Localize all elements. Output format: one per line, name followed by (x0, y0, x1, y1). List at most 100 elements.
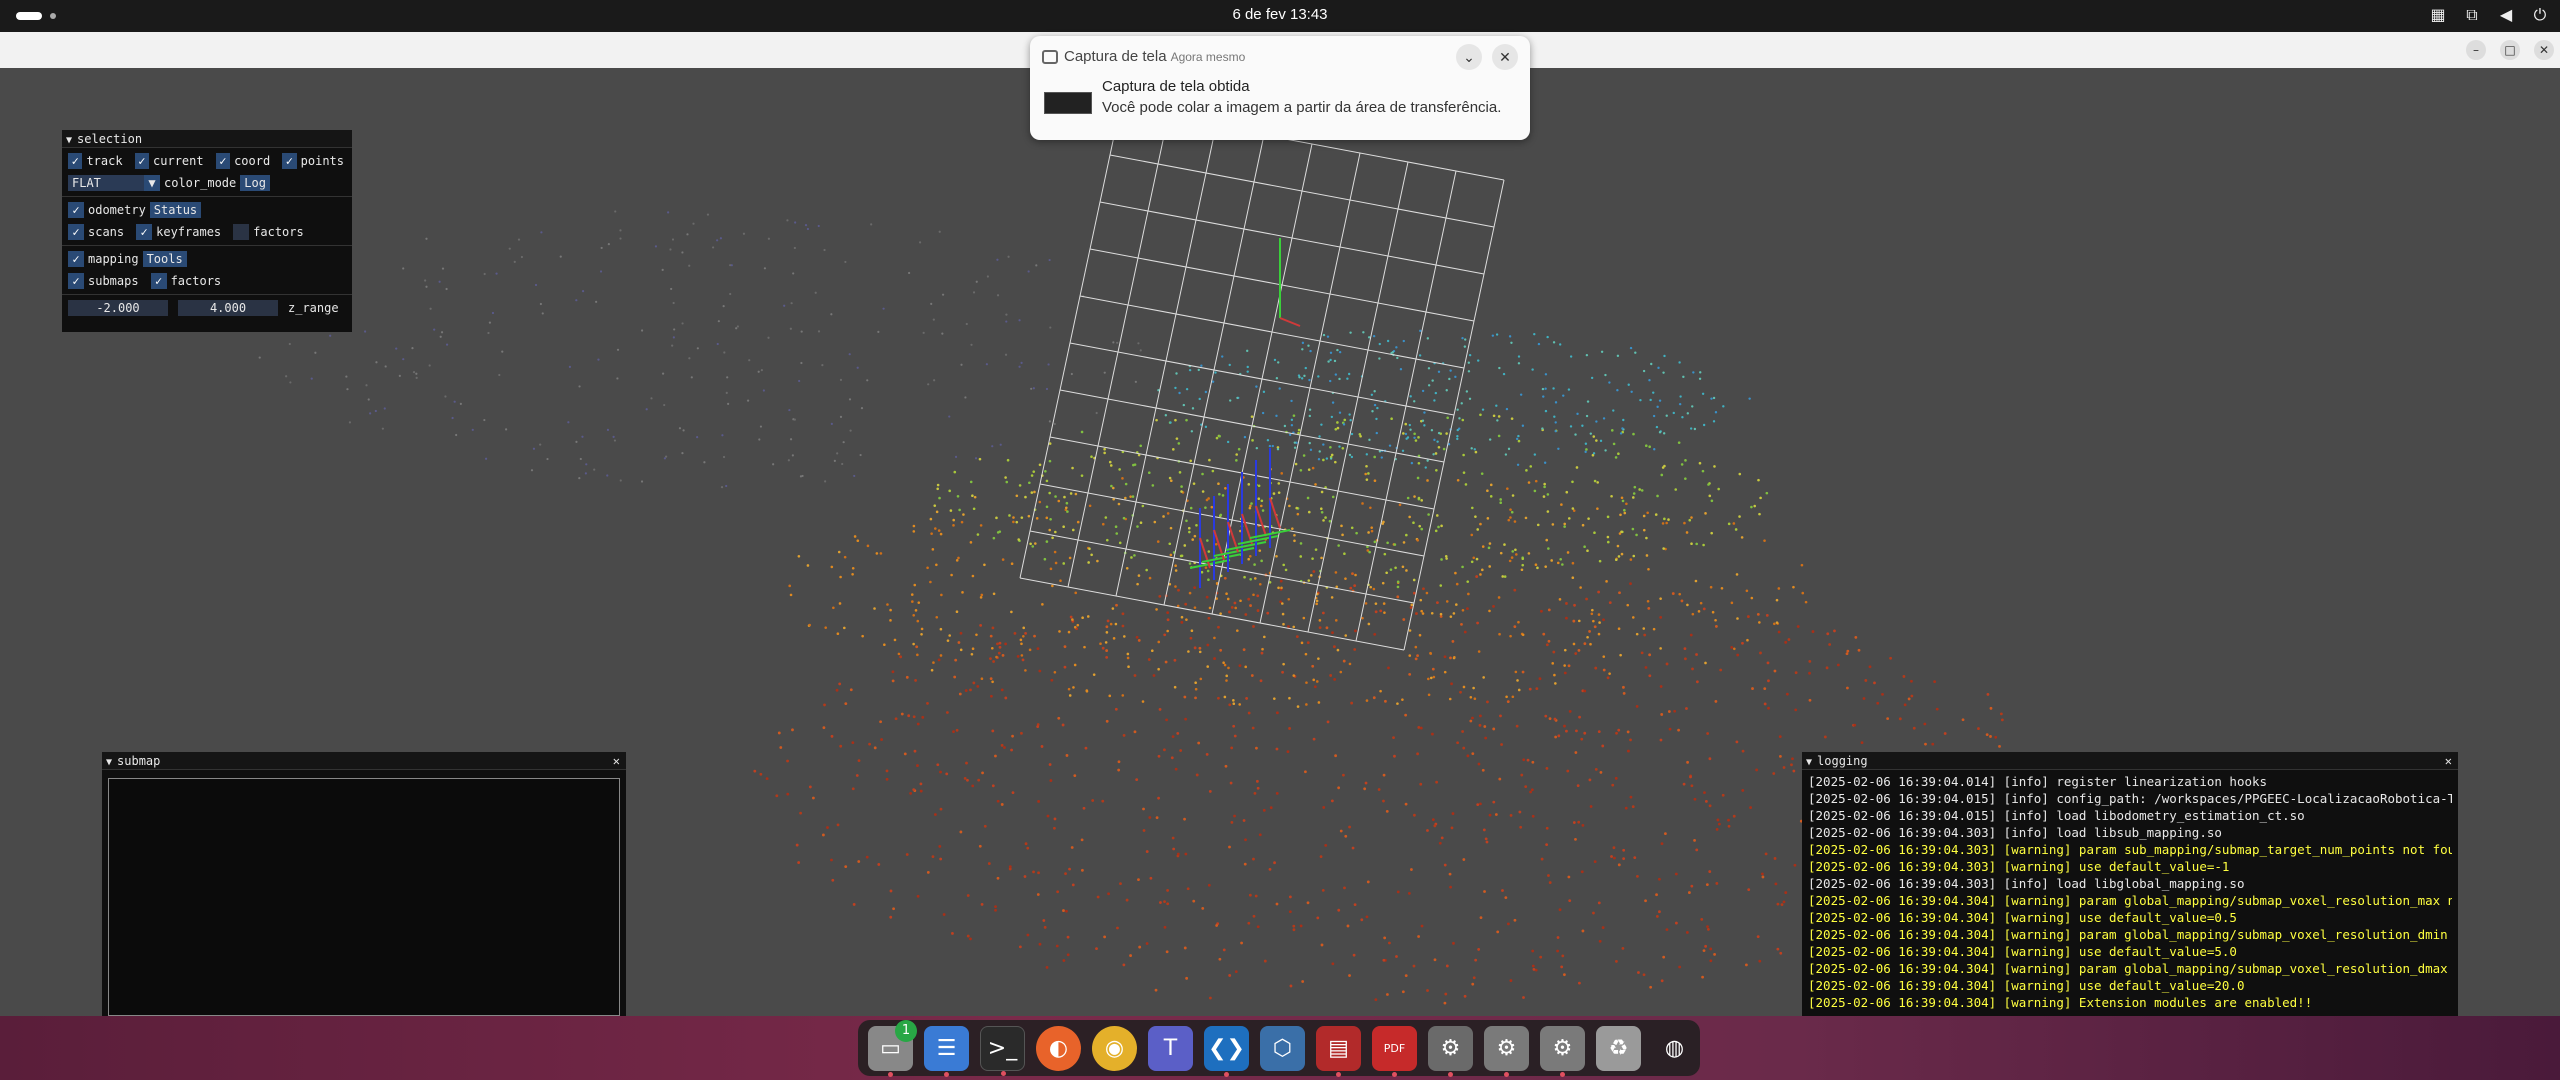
point (459, 402, 462, 405)
system-tray[interactable]: ▦ ⧉ ◀ ⏻ (2428, 5, 2550, 25)
point (1660, 842, 1664, 846)
point (1336, 426, 1340, 430)
point (1602, 417, 1606, 420)
files-icon[interactable]: ▭ 1 (868, 1019, 917, 1077)
point (1615, 960, 1618, 963)
point (1617, 728, 1621, 732)
point (696, 436, 699, 439)
combo-arrow-icon[interactable]: ▼ (144, 175, 160, 191)
point (1149, 876, 1153, 880)
ubuntu-icon[interactable]: ◍ (1652, 1026, 1697, 1071)
terminal-icon[interactable]: >_ (980, 1025, 1025, 1076)
notification-popup[interactable]: Captura de tela Agora mesmo ⌄ ✕ Captura d… (1030, 36, 1530, 140)
z-max-drag[interactable]: 4.000 (178, 300, 278, 316)
submaps-checkbox[interactable]: ✓ (68, 273, 84, 289)
point (1366, 880, 1370, 884)
pdf-icon[interactable]: PDF (1372, 1025, 1417, 1077)
point (1461, 336, 1464, 340)
point (1596, 481, 1599, 484)
point (1583, 689, 1587, 693)
log-lines[interactable]: [2025-02-06 16:39:04.014] [info] registe… (1802, 770, 2458, 1014)
close-window-button[interactable]: ✕ (2534, 40, 2554, 60)
top-bar: 6 de fev 13:43 ▦ ⧉ ◀ ⏻ (0, 0, 2560, 32)
z-min-drag[interactable]: -2.000 (68, 300, 168, 316)
submap-header[interactable]: ▼ submap ✕ (102, 752, 626, 770)
odometry-factors-checkbox[interactable]: ✓ (233, 224, 250, 240)
point (1470, 533, 1474, 537)
point (1678, 361, 1681, 364)
firefox-icon[interactable]: ◐ (1036, 1025, 1081, 1071)
status-button[interactable]: Status (149, 202, 202, 218)
notification-app: Captura de tela Agora mesmo (1064, 48, 1246, 65)
point (1258, 833, 1262, 837)
settings-icon[interactable]: ⚙ (1484, 1025, 1529, 1077)
point (1410, 603, 1414, 607)
point (767, 237, 771, 240)
mapping-factors-checkbox[interactable]: ✓ (150, 273, 167, 289)
point (1706, 927, 1710, 931)
point (1451, 640, 1455, 643)
points-checkbox[interactable]: ✓ (282, 153, 297, 169)
chrome-icon[interactable]: ◉ (1092, 1025, 1137, 1071)
collapse-icon[interactable]: ▼ (1806, 754, 1812, 772)
scans-checkbox[interactable]: ✓ (68, 224, 84, 240)
keyframes-checkbox[interactable]: ✓ (136, 224, 153, 240)
color-combo[interactable]: FLAT ▼ (68, 175, 160, 191)
close-icon[interactable]: ✕ (613, 752, 620, 770)
vscode-icon[interactable]: ❮❯ (1204, 1025, 1249, 1077)
selection-panel[interactable]: ▼ selection ✓ track ✓ current ✓ coord ✓ point… (62, 130, 352, 332)
current-checkbox[interactable]: ✓ (134, 153, 150, 169)
tools-button[interactable]: Tools (142, 251, 187, 267)
odometry-checkbox[interactable]: ✓ (68, 202, 84, 218)
point (1961, 718, 1965, 722)
track-checkbox[interactable]: ✓ (68, 153, 83, 169)
close-icon[interactable]: ✕ (2445, 752, 2452, 770)
collapse-icon[interactable]: ▼ (106, 754, 112, 772)
point (310, 377, 313, 380)
point (1461, 565, 1464, 569)
maximize-button[interactable]: □ (2500, 40, 2520, 60)
monitor-icon[interactable]: ▤ (1316, 1025, 1361, 1077)
screenshot-thumbnail[interactable] (1044, 92, 1092, 114)
point (991, 784, 995, 788)
close-icon[interactable]: ✕ (1492, 44, 1518, 70)
point (1401, 698, 1404, 701)
settings-icon[interactable]: ⚙ (1540, 1025, 1585, 1077)
point (789, 327, 792, 330)
power-icon[interactable]: ⏻ (2530, 5, 2550, 25)
collapse-icon[interactable]: ▼ (66, 132, 72, 150)
coord-checkbox[interactable]: ✓ (215, 153, 231, 169)
volume-icon[interactable]: ◀ (2496, 5, 2516, 25)
chevron-down-icon[interactable]: ⌄ (1456, 44, 1482, 70)
logging-header[interactable]: ▼ logging ✕ (1802, 752, 2458, 770)
point (1563, 724, 1566, 728)
point (1250, 502, 1253, 505)
mapping-checkbox[interactable]: ✓ (68, 251, 84, 267)
submap-panel[interactable]: ▼ submap ✕ (102, 752, 626, 1016)
virtualbox-icon[interactable]: ⬡ (1260, 1025, 1305, 1071)
logging-panel[interactable]: ▼ logging ✕ [2025-02-06 16:39:04.014] [inf… (1802, 752, 2458, 1016)
point (1715, 882, 1719, 885)
grid-icon[interactable]: ▦ (2428, 5, 2448, 25)
submap-canvas[interactable] (108, 778, 620, 1016)
trash-icon[interactable]: ♻ (1596, 1025, 1641, 1071)
log-button[interactable]: Log (240, 175, 270, 191)
minimize-button[interactable]: – (2466, 40, 2486, 60)
point (1018, 365, 1021, 368)
settings-icon[interactable]: ⚙ (1428, 1025, 1473, 1077)
point (1633, 856, 1637, 860)
teams-icon[interactable]: T (1148, 1025, 1193, 1071)
network-icon[interactable]: ⧉ (2462, 5, 2482, 25)
point (1534, 479, 1538, 483)
workspace-dot[interactable] (50, 13, 56, 19)
activities-indicator[interactable] (16, 12, 42, 20)
text-editor-icon[interactable]: ☰ (924, 1025, 969, 1077)
point (1573, 603, 1576, 607)
point (1583, 545, 1586, 549)
point (1427, 367, 1431, 370)
point (1596, 507, 1599, 510)
selection-header[interactable]: ▼ selection (62, 130, 352, 148)
dock[interactable]: ▭ 1 ☰ >_ ◐ ◉ T ❮❯ ⬡ ▤ PDF ⚙ ⚙ ⚙ ♻ ◍ (858, 1019, 1700, 1077)
clock[interactable]: 6 de fev 13:43 (1180, 6, 1380, 23)
point (1454, 375, 1457, 379)
